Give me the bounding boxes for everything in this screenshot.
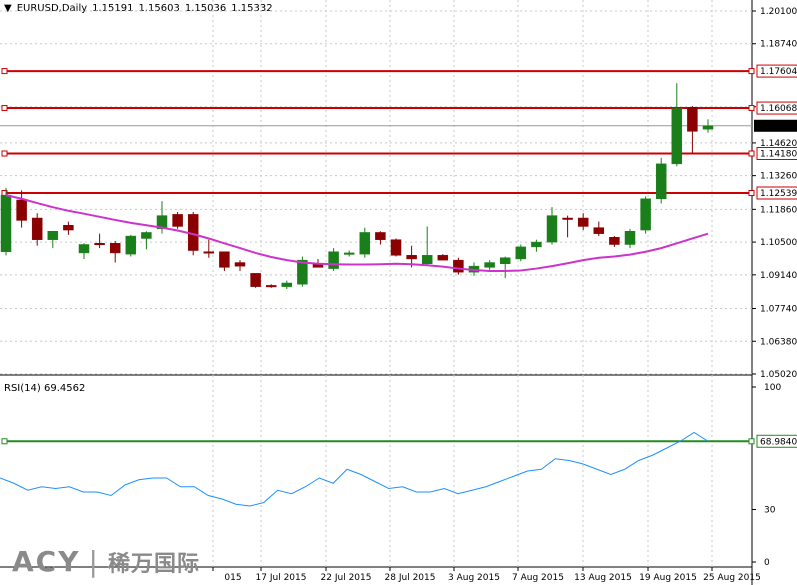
price-tick-label: 1.09140 [760, 271, 797, 281]
candle-body [250, 273, 261, 287]
candle-body [577, 217, 589, 227]
candle-body [141, 232, 152, 239]
candle-body [47, 231, 59, 240]
candle-body [499, 257, 511, 265]
candle-body [702, 125, 714, 130]
current-price-label: 1.15332 [759, 122, 796, 132]
rsi-level-label: 68.9840 [760, 437, 797, 447]
time-tick-label: 19 Aug 2015 [639, 573, 697, 583]
time-tick-label: 13 Aug 2015 [574, 573, 632, 583]
candle-body [546, 215, 558, 243]
candle-body [624, 231, 636, 245]
candle-body [78, 244, 90, 254]
level-label: 1.17604 [760, 67, 797, 77]
candle-body [125, 235, 137, 255]
candle-body [609, 237, 620, 245]
level-label: 1.16068 [760, 104, 797, 114]
price-tick-label: 1.05020 [760, 370, 797, 380]
rsi-tick-label: 30 [764, 506, 776, 516]
candle-body [63, 224, 74, 231]
price-tick-label: 1.06380 [760, 337, 797, 347]
line-handle [1, 150, 8, 157]
price-tick-label: 1.13260 [760, 172, 797, 182]
candle-body [640, 198, 651, 231]
watermark-brand: ACY [12, 545, 81, 578]
candle-body [562, 217, 573, 220]
line-handle [1, 105, 8, 112]
candle-body [484, 262, 495, 268]
price-tick-label: 1.18740 [760, 40, 797, 50]
candle-body [359, 232, 371, 255]
watermark-chinese: 稀万国际 [107, 552, 200, 577]
line-handle [748, 105, 755, 112]
candle-body [343, 252, 355, 255]
time-tick-label: 7 Aug 2015 [512, 573, 564, 583]
rsi-tick-label: 100 [764, 383, 781, 393]
candle-body [453, 259, 464, 273]
candle-body [328, 251, 339, 269]
candle-body [94, 243, 105, 246]
candle-body [655, 163, 667, 200]
level-label: 1.14180 [760, 150, 797, 160]
price-tick-label: 1.10500 [760, 238, 797, 248]
time-tick-label: 22 Jul 2015 [321, 573, 372, 583]
candle-body [406, 255, 417, 260]
candle-body [109, 243, 121, 254]
candle-body [16, 199, 27, 221]
candle-body [281, 282, 293, 287]
rsi-level-handle [1, 438, 8, 445]
line-handle [748, 68, 755, 75]
candle-body [0, 194, 12, 252]
rsi-level-handle [748, 438, 755, 445]
time-tick-label: 015 [224, 573, 241, 583]
time-tick-label: 28 Jul 2015 [385, 573, 436, 583]
price-chart[interactable]: 1.201001.187401.161201.146201.132601.118… [0, 0, 797, 585]
candle-body [219, 251, 230, 268]
candle-body [375, 232, 386, 240]
candle-body [421, 255, 433, 265]
candle-body [172, 214, 183, 227]
time-tick-label: 17 Jul 2015 [256, 573, 307, 583]
price-tick-label: 1.07740 [760, 305, 797, 315]
line-handle [748, 190, 755, 197]
candle-body [203, 251, 215, 254]
acy-watermark-logo: ACY | 稀万国际 [12, 545, 200, 578]
candle-body [265, 285, 277, 288]
candle-body [593, 227, 605, 234]
rsi-line [0, 431, 709, 507]
line-handle [1, 68, 8, 75]
candle-body [437, 255, 449, 261]
candle-body [31, 217, 43, 240]
watermark-separator: | [88, 545, 100, 578]
level-label: 1.12539 [760, 189, 797, 199]
line-handle [748, 150, 755, 157]
candle-body [234, 262, 246, 267]
candle-body [671, 108, 683, 165]
time-tick-label: 3 Aug 2015 [448, 573, 500, 583]
time-tick-label: 25 Aug 2015 [703, 573, 761, 583]
candle-body [515, 246, 527, 260]
candle-body [390, 239, 402, 256]
price-tick-label: 1.20100 [760, 7, 797, 17]
candle-body [687, 107, 698, 132]
rsi-tick-label: 0 [764, 558, 770, 568]
price-tick-label: 1.11860 [760, 205, 797, 215]
candle-body [531, 241, 542, 248]
